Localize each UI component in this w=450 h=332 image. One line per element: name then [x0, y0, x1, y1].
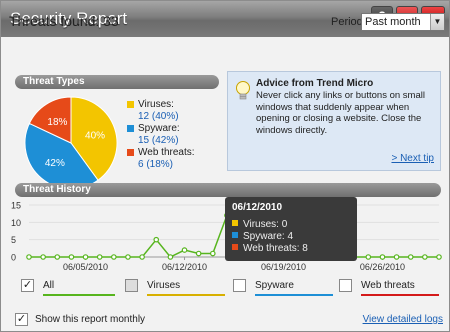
filter-label: All [43, 280, 55, 291]
legend-value: 15 (42%) [138, 135, 179, 146]
web-threats-swatch [127, 149, 134, 156]
view-detailed-logs-link[interactable]: View detailed logs [363, 314, 443, 325]
filter-label: Spyware [255, 280, 294, 291]
y-tick-label-0: 0 [11, 253, 16, 263]
data-point-28[interactable] [422, 254, 428, 260]
pie-label-2: 18% [47, 117, 67, 128]
tooltip-row-text: Viruses: 0 [243, 219, 288, 230]
tooltip-date: 06/12/2010 [232, 202, 283, 213]
data-point-12[interactable] [195, 250, 202, 257]
legend-name: Viruses: [138, 99, 174, 110]
tooltip-web-threats-row: Web threats: 8 [232, 243, 308, 254]
legend-name: Spyware: [138, 123, 180, 134]
x-tick-label-0: 06/05/2010 [63, 262, 108, 272]
spyware-swatch [232, 232, 238, 238]
data-point-11[interactable] [181, 247, 188, 253]
tooltip-row-text: Spyware: 4 [243, 231, 294, 242]
web-threats-swatch [232, 244, 238, 250]
period-select[interactable]: Past month ▼ [361, 13, 445, 31]
all-checkbox[interactable]: ✓ [21, 279, 34, 292]
data-point-25[interactable] [379, 254, 386, 260]
data-point-7[interactable] [125, 254, 131, 260]
data-point-8[interactable] [139, 254, 145, 260]
legend-value: 6 (18%) [138, 159, 174, 170]
y-tick-label-2: 10 [11, 218, 21, 228]
data-point-13[interactable] [209, 250, 216, 257]
next-tip-link[interactable]: > Next tip [391, 153, 434, 164]
data-point-3[interactable] [68, 254, 75, 260]
data-point-1[interactable] [40, 254, 46, 260]
spyware-color-line [255, 294, 333, 296]
filter-label: Web threats [361, 280, 415, 291]
web-threats-color-line [361, 294, 439, 296]
tooltip-row-text: Web threats: 8 [243, 243, 308, 254]
security-report-window: Security Report ? – x Threats found: 33 … [0, 0, 450, 332]
spyware-checkbox[interactable] [233, 279, 246, 292]
data-point-29[interactable] [436, 254, 442, 260]
data-point-0[interactable] [26, 254, 32, 260]
x-tick-label-2: 06/19/2010 [261, 262, 306, 272]
data-point-26[interactable] [393, 254, 400, 260]
threat-types-heading: Threat Types [15, 75, 219, 89]
data-point-4[interactable] [82, 254, 89, 260]
tooltip-spyware-row: Spyware: 4 [232, 231, 293, 242]
lightbulb-icon [236, 81, 250, 100]
legend-name: Web threats: [138, 147, 195, 158]
filter-web-threats[interactable]: Web threats [339, 277, 439, 299]
data-point-6[interactable] [111, 254, 117, 260]
chevron-down-icon: ▼ [430, 14, 444, 30]
show-monthly-checkbox[interactable]: ✓ [15, 313, 28, 326]
data-point-10[interactable] [167, 254, 174, 260]
x-tick-label-1: 06/12/2010 [162, 262, 207, 272]
filter-viruses[interactable]: Viruses [125, 277, 225, 299]
data-point-tooltip: 06/12/2010 Viruses: 0 Spyware: 4 Web thr… [225, 197, 357, 261]
filter-label: Viruses [147, 280, 181, 291]
filter-all[interactable]: ✓ All [21, 277, 115, 299]
x-tick-label-3: 06/26/2010 [360, 262, 405, 272]
spyware-swatch [127, 125, 134, 132]
threat-history-heading: Threat History [15, 183, 441, 197]
viruses-swatch [232, 220, 238, 226]
data-point-9[interactable] [153, 236, 160, 243]
threat-types-pie-chart: 40% 42% 18% [24, 96, 118, 190]
viruses-color-line [147, 294, 225, 296]
data-point-27[interactable] [407, 254, 414, 260]
advice-panel: Advice from Trend Micro Never click any … [227, 71, 441, 171]
data-point-5[interactable] [96, 254, 103, 260]
pie-label-1: 42% [45, 158, 65, 169]
all-color-line [43, 294, 115, 296]
period-select-value: Past month [365, 16, 421, 28]
viruses-swatch [127, 101, 134, 108]
tooltip-viruses-row: Viruses: 0 [232, 219, 287, 230]
viruses-checkbox[interactable] [125, 279, 138, 292]
advice-text: Never click any links or buttons on smal… [256, 90, 425, 136]
y-tick-label-3: 15 [11, 201, 21, 211]
pie-label-0: 40% [85, 131, 105, 142]
legend-value: 12 (40%) [138, 111, 179, 122]
data-point-2[interactable] [54, 254, 61, 260]
advice-title: Advice from Trend Micro [256, 78, 374, 89]
threats-found-count: Threats found: 33 [9, 13, 119, 29]
y-tick-label-1: 5 [11, 235, 16, 245]
web-threats-checkbox[interactable] [339, 279, 352, 292]
show-monthly-label: Show this report monthly [35, 314, 146, 325]
filter-spyware[interactable]: Spyware [233, 277, 333, 299]
data-point-24[interactable] [365, 254, 372, 260]
